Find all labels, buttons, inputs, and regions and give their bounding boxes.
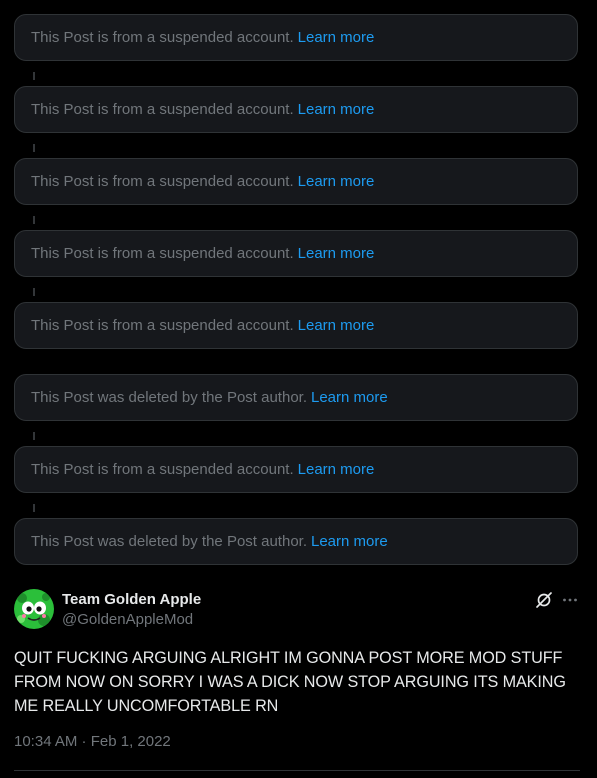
- learn-more-link[interactable]: Learn more: [311, 389, 388, 406]
- tombstone-text: This Post was deleted by the Post author…: [31, 533, 307, 550]
- learn-more-link[interactable]: Learn more: [298, 173, 375, 190]
- tombstone-post: This Post is from a suspended account. L…: [14, 446, 578, 493]
- tombstone-post: This Post is from a suspended account. L…: [14, 158, 578, 205]
- tombstone-post: This Post is from a suspended account. L…: [14, 230, 578, 277]
- tombstone-post: This Post is from a suspended account. L…: [14, 14, 578, 61]
- tombstone-post: This Post is from a suspended account. L…: [14, 86, 578, 133]
- tweet-text: QUIT FUCKING ARGUING ALRIGHT IM GONNA PO…: [14, 649, 566, 715]
- avatar[interactable]: [14, 589, 54, 629]
- more-options-icon[interactable]: [560, 590, 580, 610]
- avatar-image: [14, 589, 54, 629]
- thread-connector: [33, 504, 35, 512]
- tombstone-text: This Post is from a suspended account.: [31, 101, 294, 118]
- tombstone-text: This Post is from a suspended account.: [31, 245, 294, 262]
- tombstone-post: This Post was deleted by the Post author…: [14, 518, 578, 565]
- tombstone-text: This Post is from a suspended account.: [31, 29, 294, 46]
- author-display-name[interactable]: Team Golden Apple: [62, 591, 201, 608]
- tombstone-text: This Post is from a suspended account.: [31, 173, 294, 190]
- thread-connector: [33, 288, 35, 296]
- tombstone-text: This Post was deleted by the Post author…: [31, 389, 307, 406]
- thread-connector: [33, 216, 35, 224]
- learn-more-link[interactable]: Learn more: [298, 245, 375, 262]
- tombstone-text: This Post is from a suspended account.: [31, 461, 294, 478]
- tweet-timestamp[interactable]: 10:34 AM · Feb 1, 2022: [14, 733, 171, 750]
- tombstone-post: This Post is from a suspended account. L…: [14, 302, 578, 349]
- learn-more-link[interactable]: Learn more: [298, 101, 375, 118]
- thread-connector: [33, 432, 35, 440]
- grok-icon[interactable]: [534, 590, 554, 610]
- learn-more-link[interactable]: Learn more: [311, 533, 388, 550]
- learn-more-link[interactable]: Learn more: [298, 317, 375, 334]
- thread-connector: [33, 72, 35, 80]
- tombstone-post: This Post was deleted by the Post author…: [14, 374, 578, 421]
- thread-connector: [33, 144, 35, 152]
- learn-more-link[interactable]: Learn more: [298, 29, 375, 46]
- divider: [14, 770, 580, 771]
- tombstone-text: This Post is from a suspended account.: [31, 317, 294, 334]
- author-handle[interactable]: @GoldenAppleMod: [62, 611, 193, 628]
- learn-more-link[interactable]: Learn more: [298, 461, 375, 478]
